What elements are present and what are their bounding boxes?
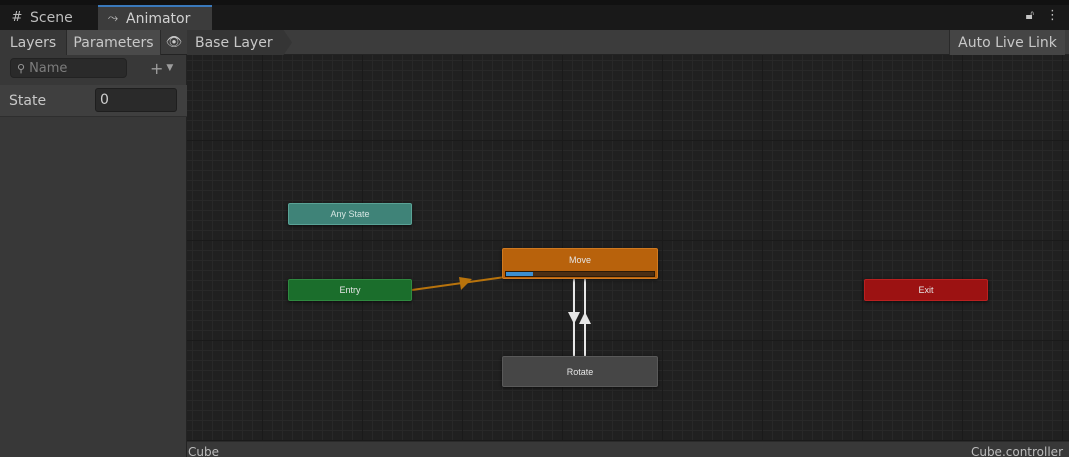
breadcrumb[interactable]: Base Layer [187, 30, 292, 55]
status-bar: Cube Cube.controller [187, 441, 1069, 457]
state-entry[interactable]: Entry [288, 279, 412, 301]
tab-animator[interactable]: ⤳ Animator [98, 5, 212, 30]
chevron-down-icon: ▼ [166, 63, 174, 73]
animator-icon: ⤳ [107, 11, 119, 26]
state-any-state[interactable]: Any State [288, 203, 412, 225]
state-progress-fill [506, 272, 533, 276]
search-icon: ⚲ [17, 61, 26, 75]
tab-strip: # Scene ⤳ Animator 🔓︎ ⋮ [0, 0, 1069, 30]
tab-scene-label: Scene [30, 9, 73, 26]
parameter-name: State [9, 93, 47, 109]
layers-tab[interactable]: Layers [0, 30, 67, 55]
add-parameter-button[interactable]: + ▼ [150, 58, 182, 78]
status-controller-name: Cube.controller [970, 445, 1063, 457]
eye-icon[interactable]: 👁︎ [161, 30, 187, 55]
state-move[interactable]: Move [502, 248, 658, 279]
parameters-tab[interactable]: Parameters [67, 30, 161, 55]
animator-toolbar: Layers Parameters 👁︎ Base Layer Auto Liv… [0, 30, 1069, 55]
search-input[interactable] [29, 60, 120, 76]
tab-scene[interactable]: # Scene [2, 5, 94, 30]
kebab-menu-icon[interactable]: ⋮ [1046, 8, 1059, 23]
plus-icon: + [150, 58, 164, 78]
parameter-search-row: ⚲ + ▼ [0, 55, 187, 81]
transition-arrow-down-icon [568, 312, 580, 324]
search-box[interactable]: ⚲ [10, 58, 127, 78]
state-machine-graph[interactable]: Any State Entry Move Rotate Exit [187, 55, 1069, 441]
tab-animator-label: Animator [126, 10, 191, 27]
state-progress-bar [505, 271, 655, 277]
lock-icon[interactable]: 🔓︎ [1026, 8, 1034, 23]
auto-live-link-button[interactable]: Auto Live Link [949, 30, 1065, 55]
transition-arrow-up-icon [579, 312, 591, 324]
state-rotate[interactable]: Rotate [502, 356, 658, 387]
parameter-row[interactable]: State [0, 85, 187, 117]
state-move-label: Move [568, 255, 591, 265]
grid-icon: # [11, 10, 23, 25]
entry-to-move-transition[interactable] [411, 276, 506, 291]
parameter-value-field[interactable] [95, 88, 177, 112]
status-object-name: Cube [188, 445, 219, 457]
parameters-panel: ⚲ + ▼ State [0, 55, 187, 457]
transition-arrow-icon [459, 277, 472, 290]
window-controls: 🔓︎ ⋮ [1026, 8, 1059, 23]
state-exit[interactable]: Exit [864, 279, 988, 301]
